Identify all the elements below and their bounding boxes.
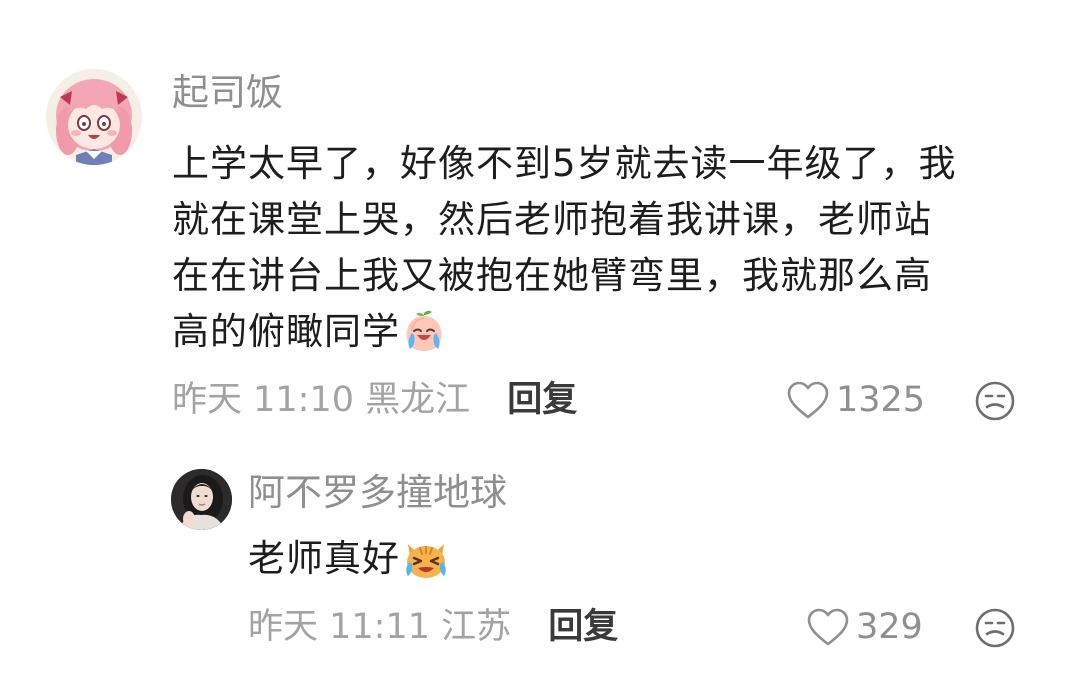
reply-location: 江苏 xyxy=(441,607,512,647)
comment-text-line: 就在课堂上哭，然后老师抱着我讲课，老师站 xyxy=(172,198,932,241)
portrait-avatar-icon xyxy=(171,469,232,530)
reply-time: 昨天 11:11 xyxy=(248,607,430,647)
crying-cat-emoji-icon xyxy=(402,536,450,596)
comment-text-line: 在在讲台上我又被抱在她臂弯里，我就那么高 xyxy=(172,254,932,297)
dislike-button[interactable] xyxy=(974,380,1016,426)
reply-text: 老师真好 xyxy=(248,531,450,596)
comment-location: 黑龙江 xyxy=(365,380,471,420)
reply-meta: 昨天 11:11 江苏 回复 xyxy=(248,605,618,649)
comment-thread: 起司饭 上学太早了，好像不到5岁就去读一年级了，我 就在课堂上哭，然后老师抱着我… xyxy=(0,0,1080,694)
reply-avatar[interactable] xyxy=(171,469,232,530)
reply-like-button[interactable]: 329 xyxy=(806,605,923,649)
comment-text: 上学太早了，好像不到5岁就去读一年级了，我 就在课堂上哭，然后老师抱着我讲课，老… xyxy=(172,136,1042,360)
comment-text-line: 高的俯瞰同学 xyxy=(172,304,1042,360)
comment-text-line-text: 高的俯瞰同学 xyxy=(172,310,400,353)
heart-outline-icon xyxy=(807,608,849,646)
crying-peach-emoji-icon xyxy=(402,309,446,369)
reply-reply-button[interactable]: 回复 xyxy=(548,607,618,647)
heart-outline-icon xyxy=(787,381,829,419)
like-count: 1325 xyxy=(836,380,926,420)
reply-username[interactable]: 阿不罗多撞地球 xyxy=(248,471,507,515)
anime-girl-avatar-icon xyxy=(46,69,142,165)
comment-username[interactable]: 起司饭 xyxy=(172,71,283,115)
reply-dislike-button[interactable] xyxy=(974,607,1016,653)
avatar[interactable] xyxy=(46,69,142,165)
comment-text-line: 上学太早了，好像不到5岁就去读一年级了，我 xyxy=(172,142,957,185)
unhappy-face-icon xyxy=(975,608,1015,648)
unhappy-face-icon xyxy=(975,381,1015,421)
like-button[interactable]: 1325 xyxy=(786,378,925,422)
comment-meta: 昨天 11:10 黑龙江 回复 xyxy=(172,378,577,422)
comment-time: 昨天 11:10 xyxy=(172,380,354,420)
reply-button[interactable]: 回复 xyxy=(507,380,577,420)
reply-text-content: 老师真好 xyxy=(248,537,400,580)
reply-like-count: 329 xyxy=(856,607,923,647)
